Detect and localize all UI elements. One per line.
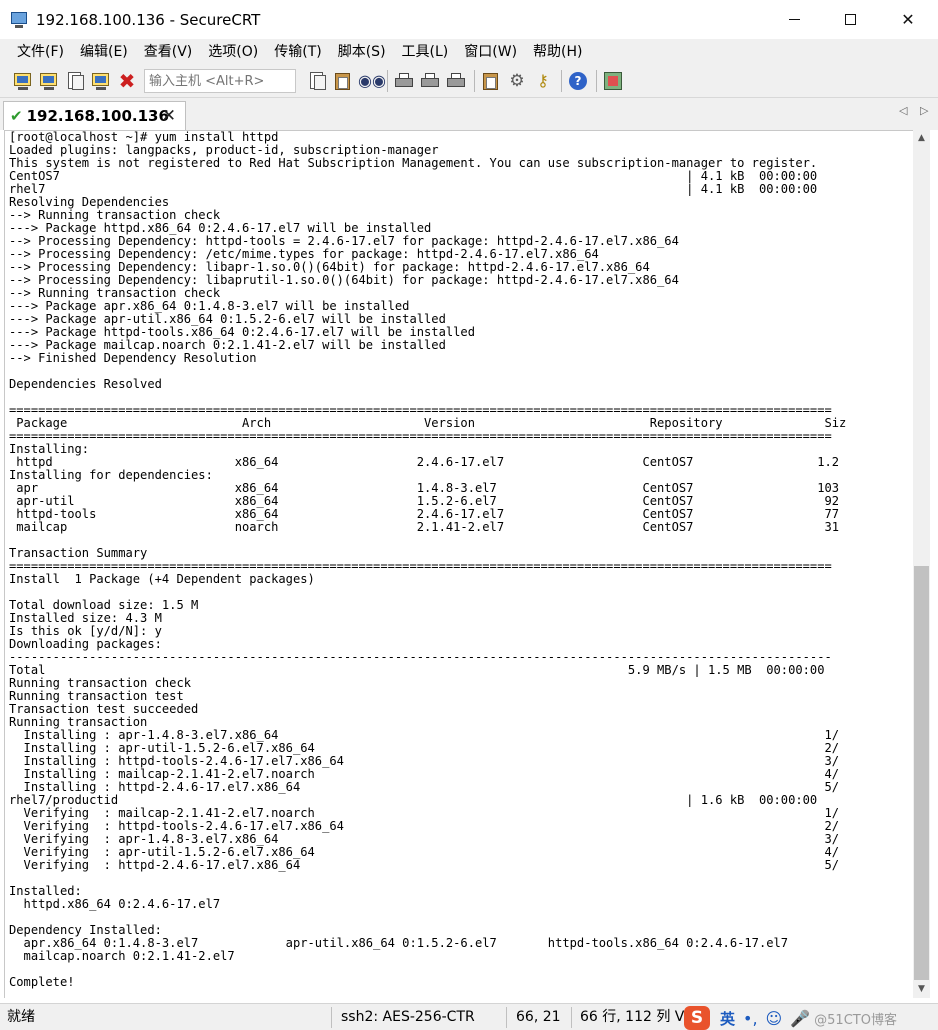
tab-session[interactable]: ✔ 192.168.100.136 ✕ <box>3 101 186 130</box>
toolbar-separator <box>474 70 475 92</box>
status-ready: 就绪 <box>7 1009 35 1025</box>
menu-file[interactable]: 文件(F) <box>9 40 72 64</box>
menu-tools[interactable]: 工具(L) <box>394 40 457 64</box>
tab-scroll-right-icon[interactable]: ▷ <box>920 104 928 117</box>
print-button[interactable] <box>393 70 415 92</box>
paste-button[interactable] <box>332 70 354 92</box>
menu-window[interactable]: 窗口(W) <box>456 40 525 64</box>
quick-connect-button[interactable] <box>38 70 60 92</box>
microphone-icon[interactable]: 🎤 <box>790 1009 810 1028</box>
tab-bar: ✔ 192.168.100.136 ✕ ◁ ▷ <box>0 98 938 130</box>
menu-options[interactable]: 选项(O) <box>200 40 266 64</box>
help-button[interactable]: ? <box>567 70 589 92</box>
scroll-down-icon[interactable]: ▼ <box>913 981 930 998</box>
gear-icon: ⚙ <box>509 71 525 91</box>
toolbar-separator <box>561 70 562 92</box>
toolbar: ✖ ◉◉ ⚙ ⚷ ? <box>0 65 938 98</box>
terminal-line: Verifying : httpd-2.4.6-17.el7.x86_64 5/ <box>9 858 840 872</box>
status-bar: 就绪 ssh2: AES-256-CTR 66, 21 66 行, 112 列 … <box>0 1003 938 1030</box>
connect-in-tab-button[interactable] <box>64 70 86 92</box>
tab-close-button[interactable]: ✕ <box>162 106 176 126</box>
punctuation-icon[interactable]: •, <box>743 1009 758 1028</box>
terminal-line: ========================================… <box>9 429 832 443</box>
print-selection-button[interactable] <box>419 70 441 92</box>
session-options-button[interactable] <box>480 70 502 92</box>
key-manager-button[interactable]: ⚷ <box>532 70 554 92</box>
sftp-button[interactable] <box>602 70 624 92</box>
menu-bar: 文件(F) 编辑(E) 查看(V) 选项(O) 传输(T) 脚本(S) 工具(L… <box>0 39 938 65</box>
terminal-scrollbar[interactable]: ▲ ▼ <box>913 130 930 998</box>
ime-toolbar[interactable]: S 英 •, ☺ 🎤 @51CTO博客 <box>684 1006 897 1030</box>
connect-button[interactable] <box>12 70 34 92</box>
title-bar: 192.168.100.136 - SecureCRT ✕ <box>0 0 938 39</box>
menu-script[interactable]: 脚本(S) <box>330 40 394 64</box>
toolbar-separator <box>387 70 388 92</box>
status-terminal-size: 66 行, 112 列 V <box>580 1009 685 1025</box>
help-icon: ? <box>569 72 587 90</box>
key-icon: ⚷ <box>537 71 549 90</box>
host-input[interactable] <box>144 69 296 93</box>
window-title: 192.168.100.136 - SecureCRT <box>36 10 261 29</box>
minimize-icon <box>788 19 800 20</box>
maximize-icon <box>844 14 856 25</box>
terminal-line: Dependencies Resolved <box>9 377 162 391</box>
terminal-line: Complete! <box>9 975 75 989</box>
watermark-text: @51CTO博客 <box>814 1012 897 1028</box>
status-separator <box>506 1007 507 1028</box>
tab-scroll-left-icon[interactable]: ◁ <box>899 104 907 117</box>
terminal-line: mailcap noarch 2.1.41-2.el7 CentOS7 31 <box>9 520 840 534</box>
close-button[interactable]: ✕ <box>878 0 938 39</box>
terminal-line: Install 1 Package (+4 Dependent packages… <box>9 572 315 586</box>
menu-view[interactable]: 查看(V) <box>136 40 201 64</box>
disconnect-button[interactable]: ✖ <box>116 70 138 92</box>
status-separator <box>571 1007 572 1028</box>
terminal-line: httpd.x86_64 0:2.4.6-17.el7 <box>9 897 221 911</box>
tab-label: 192.168.100.136 <box>26 107 169 125</box>
binoculars-icon: ◉◉ <box>358 71 386 90</box>
status-cursor-position: 66, 21 <box>516 1009 561 1025</box>
reconnect-button[interactable] <box>90 70 112 92</box>
print-setup-button[interactable] <box>445 70 467 92</box>
status-cipher: ssh2: AES-256-CTR <box>341 1009 475 1025</box>
ime-language[interactable]: 英 <box>720 1008 735 1029</box>
close-icon: ✕ <box>901 10 915 29</box>
menu-edit[interactable]: 编辑(E) <box>72 40 136 64</box>
status-separator <box>331 1007 332 1028</box>
emoji-icon[interactable]: ☺ <box>766 1009 783 1028</box>
terminal-view[interactable]: [root@localhost ~]# yum install httpd Loa… <box>4 130 913 998</box>
terminal-line: --> Finished Dependency Resolution <box>9 351 257 365</box>
menu-transfer[interactable]: 传输(T) <box>266 40 329 64</box>
toolbar-separator <box>596 70 597 92</box>
scrollbar-thumb[interactable] <box>914 566 929 980</box>
terminal-output: [root@localhost ~]# yum install httpd Loa… <box>9 131 846 989</box>
maximize-button[interactable] <box>822 0 878 39</box>
menu-help[interactable]: 帮助(H) <box>525 40 590 64</box>
terminal-line: mailcap.noarch 0:2.1.41-2.el7 <box>9 949 235 963</box>
securecrt-app-icon <box>10 11 28 29</box>
scroll-up-icon[interactable]: ▲ <box>913 130 930 147</box>
find-button[interactable]: ◉◉ <box>358 70 386 92</box>
minimize-button[interactable] <box>766 0 822 39</box>
sogou-logo: S <box>684 1006 710 1030</box>
copy-button[interactable] <box>306 70 328 92</box>
global-options-button[interactable]: ⚙ <box>506 70 528 92</box>
disconnect-icon: ✖ <box>118 69 136 93</box>
connected-check-icon: ✔ <box>10 107 23 125</box>
